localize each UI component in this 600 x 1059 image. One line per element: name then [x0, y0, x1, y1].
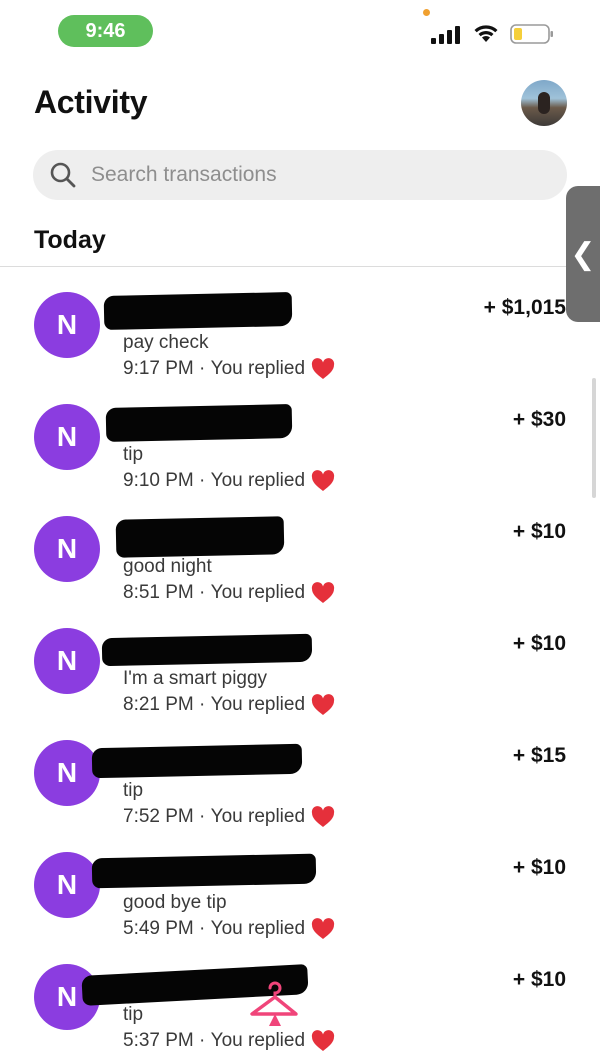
chevron-left-icon: ❮ — [570, 237, 596, 271]
transaction-amount: + $30 — [512, 408, 566, 431]
transaction-row[interactable]: N good night 8:51 PM · You replied + $10 — [0, 512, 600, 624]
redacted-name — [115, 516, 285, 558]
page-title: Activity — [34, 84, 148, 120]
heart-icon — [311, 806, 335, 827]
reply-status: You replied — [210, 1030, 306, 1051]
reply-status: You replied — [210, 918, 306, 939]
heart-icon — [311, 694, 335, 715]
transaction-time: 5:49 PM — [123, 918, 194, 939]
heart-icon — [311, 470, 335, 491]
transaction-avatar: N — [34, 740, 100, 806]
transaction-amount: + $10 — [512, 968, 566, 991]
status-time: 9:46 — [58, 15, 153, 47]
reply-status: You replied — [210, 358, 306, 379]
transaction-note: good bye tip — [123, 892, 227, 913]
transaction-amount: + $1,015 — [483, 296, 566, 319]
transaction-list: N pay check 9:17 PM · You replied + $1,0… — [0, 288, 600, 1059]
privacy-indicator-dot — [423, 9, 430, 16]
divider — [0, 266, 600, 267]
reply-status: You replied — [210, 806, 306, 827]
section-heading-today: Today — [34, 226, 106, 254]
reply-status: You replied — [210, 470, 306, 491]
transaction-note: tip — [123, 444, 144, 465]
transaction-meta: 5:49 PM · You replied — [123, 918, 335, 940]
transaction-meta: 9:10 PM · You replied — [123, 470, 335, 492]
transaction-time: 5:37 PM — [123, 1030, 194, 1051]
wifi-icon — [474, 25, 498, 42]
transaction-time: 9:17 PM — [123, 358, 194, 379]
hanger-icon — [250, 981, 298, 1026]
redacted-name — [101, 633, 313, 667]
transaction-time: 8:21 PM — [123, 694, 194, 715]
transaction-time: 9:10 PM — [123, 470, 194, 491]
transaction-time: 7:52 PM — [123, 806, 194, 827]
transaction-avatar: N — [34, 292, 100, 358]
reply-status: You replied — [210, 582, 306, 603]
transaction-meta: 7:52 PM · You replied — [123, 806, 335, 828]
battery-icon — [510, 24, 553, 44]
heart-icon — [311, 918, 335, 939]
transaction-meta: 9:17 PM · You replied — [123, 358, 335, 380]
transaction-note: tip — [123, 1004, 144, 1025]
transaction-note: tip — [123, 780, 144, 801]
heart-icon — [311, 1030, 335, 1051]
transaction-amount: + $10 — [512, 632, 566, 655]
signal-icon — [431, 26, 460, 44]
meta-separator: · — [193, 358, 211, 379]
meta-separator: · — [193, 694, 211, 715]
status-bar: 9:46 — [0, 0, 600, 64]
transaction-note: good night — [123, 556, 212, 577]
meta-separator: · — [193, 470, 211, 491]
search-icon — [50, 162, 76, 188]
profile-avatar[interactable] — [521, 80, 567, 126]
transaction-meta: 5:37 PM · You replied — [123, 1030, 335, 1052]
redacted-name — [105, 404, 293, 442]
reply-status: You replied — [210, 694, 306, 715]
transaction-row[interactable]: N tip 9:10 PM · You replied + $30 — [0, 400, 600, 512]
search-bar[interactable] — [33, 150, 567, 200]
transaction-avatar: N — [34, 852, 100, 918]
transaction-amount: + $10 — [512, 856, 566, 879]
transaction-time: 8:51 PM — [123, 582, 194, 603]
meta-separator: · — [193, 918, 211, 939]
transaction-avatar: N — [34, 628, 100, 694]
transaction-meta: 8:21 PM · You replied — [123, 694, 335, 716]
redacted-name — [91, 853, 317, 889]
transaction-avatar: N — [34, 516, 100, 582]
transaction-row[interactable]: N good bye tip 5:49 PM · You replied + $… — [0, 848, 600, 960]
heart-icon — [311, 582, 335, 603]
transaction-row[interactable]: N tip 7:52 PM · You replied + $15 — [0, 736, 600, 848]
transaction-note: pay check — [123, 332, 209, 353]
meta-separator: · — [193, 582, 211, 603]
transaction-row[interactable]: N tip 5:37 PM · You replied + $10 — [0, 960, 600, 1059]
transaction-avatar: N — [34, 404, 100, 470]
transaction-meta: 8:51 PM · You replied — [123, 582, 335, 604]
transaction-row[interactable]: N pay check 9:17 PM · You replied + $1,0… — [0, 288, 600, 400]
transaction-amount: + $15 — [512, 744, 566, 767]
search-input[interactable] — [91, 163, 511, 187]
transaction-row[interactable]: N I'm a smart piggy 8:21 PM · You replie… — [0, 624, 600, 736]
transaction-note: I'm a smart piggy — [123, 668, 268, 689]
meta-separator: · — [193, 1030, 211, 1051]
meta-separator: · — [193, 806, 211, 827]
redacted-name — [91, 743, 303, 779]
redacted-name — [103, 292, 293, 330]
heart-icon — [311, 358, 335, 379]
transaction-amount: + $10 — [512, 520, 566, 543]
